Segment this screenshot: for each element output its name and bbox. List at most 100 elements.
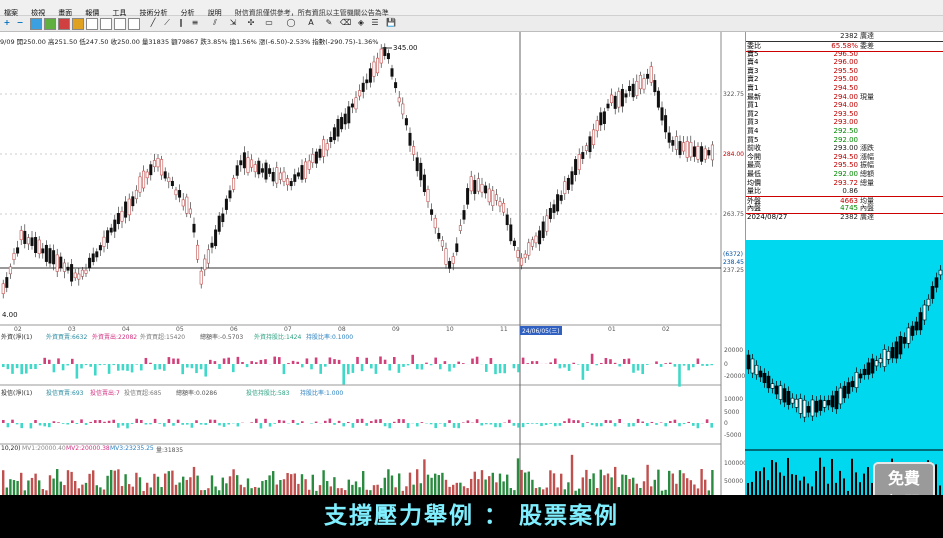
trust-bar bbox=[333, 423, 336, 425]
trust-bar bbox=[121, 423, 125, 426]
volume-bar bbox=[448, 486, 451, 495]
volume-bar bbox=[304, 479, 307, 495]
mini-volume-bar bbox=[843, 478, 845, 495]
volume-bar bbox=[599, 469, 602, 495]
candlestick-icon[interactable] bbox=[58, 18, 70, 30]
mini-candle-body bbox=[890, 347, 895, 359]
trust-bar bbox=[526, 423, 529, 424]
quote-row-value: 294.00 bbox=[833, 101, 859, 110]
foreign-bar bbox=[710, 364, 713, 366]
volume-bar bbox=[12, 480, 16, 495]
text-tool-icon[interactable]: A bbox=[306, 18, 316, 28]
candle-body bbox=[685, 141, 689, 158]
trust-bar bbox=[218, 423, 221, 426]
candle-body bbox=[181, 199, 185, 207]
mini-candle-body bbox=[758, 370, 763, 378]
trust-bar bbox=[577, 420, 580, 423]
volume-bar bbox=[232, 469, 235, 495]
fib-tool-icon[interactable]: ≡ bbox=[190, 18, 200, 28]
volume-bar bbox=[390, 475, 394, 495]
volume-bar bbox=[333, 477, 336, 495]
indicator-icon[interactable] bbox=[72, 18, 84, 30]
period-icon[interactable] bbox=[114, 18, 126, 30]
line-tool-icon[interactable]: ╱ bbox=[148, 18, 158, 28]
volume-bar bbox=[646, 464, 649, 495]
foreign-bar bbox=[517, 364, 520, 373]
foreign-bar bbox=[149, 362, 152, 364]
ray-tool-icon[interactable]: ⟋ bbox=[162, 18, 172, 28]
cross-tool-icon[interactable]: ✣ bbox=[246, 18, 256, 28]
trust-bar bbox=[705, 419, 709, 423]
mini-candle-body bbox=[754, 364, 759, 376]
add-icon[interactable]: + bbox=[2, 18, 12, 28]
candle-body bbox=[660, 107, 664, 121]
candle-body bbox=[264, 162, 268, 180]
mini-candle-body bbox=[858, 373, 863, 379]
quote-row: 買5 292.00 bbox=[746, 136, 943, 145]
channel-tool-icon[interactable]: ∥ bbox=[176, 18, 186, 28]
foreign-bar bbox=[360, 364, 364, 372]
quote-row-label: 均價 bbox=[747, 178, 761, 187]
zoom-in-icon[interactable] bbox=[86, 18, 98, 30]
month-tick: 02 bbox=[662, 326, 670, 333]
trust-bar bbox=[195, 420, 198, 423]
parallel-tool-icon[interactable]: ⫽ bbox=[210, 18, 220, 28]
grid-icon[interactable] bbox=[30, 18, 42, 30]
quote-header: 2382 廣達 bbox=[746, 32, 943, 41]
eraser-tool-icon[interactable]: ⌫ bbox=[340, 18, 351, 28]
quote-row-value: 0.86 bbox=[842, 187, 858, 196]
volume-bar bbox=[236, 475, 239, 495]
arrow-tool-icon[interactable]: ⇲ bbox=[228, 18, 238, 28]
foreign-bar bbox=[328, 357, 332, 364]
pen-tool-icon[interactable]: ✎ bbox=[324, 18, 334, 28]
foreign-bar bbox=[291, 360, 295, 364]
foreign-bar bbox=[512, 364, 516, 369]
candle-body bbox=[530, 239, 534, 247]
foreign-bar bbox=[342, 364, 345, 385]
trust-bar bbox=[406, 423, 410, 429]
foreign-bar bbox=[305, 358, 309, 364]
trust-bar bbox=[659, 422, 663, 423]
trust-bar bbox=[314, 421, 318, 423]
trust-bar bbox=[351, 423, 355, 428]
chart-area[interactable]: 9/09 開250.00 高251.50 低247.50 收250.00 量31… bbox=[0, 32, 747, 495]
mini-candle-body bbox=[910, 325, 915, 336]
chart-icon[interactable] bbox=[44, 18, 56, 30]
rectangle-tool-icon[interactable]: ▭ bbox=[264, 18, 274, 28]
foreign-bar bbox=[609, 359, 612, 364]
mini-chart[interactable] bbox=[745, 240, 943, 495]
candle-body bbox=[653, 80, 657, 93]
volume-bar bbox=[527, 471, 530, 495]
trust-bar bbox=[186, 423, 189, 425]
volume-bar bbox=[444, 479, 448, 495]
quote-row-label: 買5 bbox=[747, 135, 759, 144]
list-icon[interactable]: ☰ bbox=[370, 18, 380, 28]
price-axis-tick: 322.75 bbox=[723, 91, 744, 98]
volume-bar bbox=[99, 487, 102, 495]
candle-body bbox=[102, 236, 106, 247]
mini-volume-bar bbox=[807, 483, 809, 495]
foreign-bar bbox=[669, 362, 672, 364]
quote-row: 賣3 295.50 bbox=[746, 67, 943, 76]
candle-body bbox=[520, 257, 524, 266]
trust-bar bbox=[112, 419, 115, 423]
candle-body bbox=[98, 245, 102, 251]
volume-bar bbox=[408, 472, 412, 495]
trust-bar bbox=[544, 423, 548, 426]
fill-tool-icon[interactable]: ◈ bbox=[356, 18, 366, 28]
candle-body bbox=[235, 165, 239, 176]
save-icon[interactable]: 💾 bbox=[386, 18, 396, 28]
trust-bar bbox=[103, 421, 106, 423]
candle-body bbox=[1, 283, 5, 294]
zoom-out-icon[interactable] bbox=[100, 18, 112, 30]
candle-body bbox=[710, 144, 714, 161]
panel2-stat: 持股比率:1.000 bbox=[300, 390, 344, 397]
ellipse-tool-icon[interactable]: ◯ bbox=[286, 18, 296, 28]
candle-body bbox=[84, 269, 88, 274]
volume-bar bbox=[192, 466, 196, 495]
remove-icon[interactable]: − bbox=[15, 18, 25, 28]
candle-body bbox=[250, 159, 254, 168]
trust-bar bbox=[117, 423, 120, 428]
mini-candle-body bbox=[762, 372, 767, 384]
compare-icon[interactable] bbox=[128, 18, 140, 30]
